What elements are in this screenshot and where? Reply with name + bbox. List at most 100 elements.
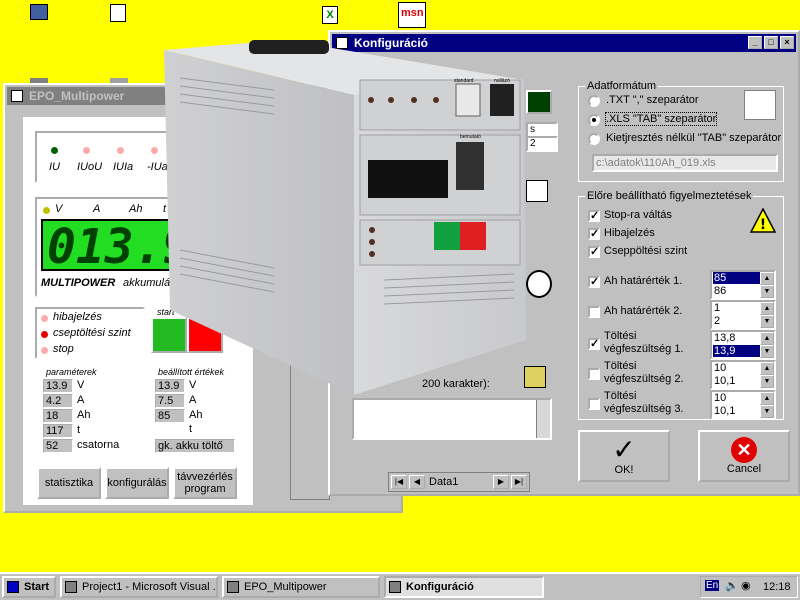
check-error[interactable]: ✓ xyxy=(588,228,600,240)
status-led-trickle xyxy=(41,331,48,338)
comment-textarea[interactable] xyxy=(352,398,552,440)
voltage-1-label[interactable]: Töltési végfeszültség 1. xyxy=(604,330,692,356)
file-path-field[interactable]: c:\adatok\110Ah_019.xls xyxy=(592,154,778,172)
check-error-label[interactable]: Hibajelzés xyxy=(604,227,655,239)
maximize-button[interactable]: □ xyxy=(764,36,778,49)
nav-next-button[interactable]: ▶ xyxy=(493,475,509,489)
check-trickle[interactable]: ✓ xyxy=(588,246,600,258)
config-left-field-2[interactable]: 2 xyxy=(526,136,558,152)
statistics-button[interactable]: statisztika xyxy=(37,467,101,499)
check-voltage-3[interactable] xyxy=(588,398,600,410)
ah-limit-2-label[interactable]: Ah határérték 2. xyxy=(604,305,682,317)
chart-icon xyxy=(744,90,776,120)
close-button[interactable]: × xyxy=(780,36,794,49)
check-trickle-label[interactable]: Cseppöltési szint xyxy=(604,245,687,257)
ah-limit-1-value-2[interactable]: 86 xyxy=(713,285,763,297)
minimize-button[interactable]: _ xyxy=(748,36,762,49)
indicator-led-iua xyxy=(151,147,158,154)
language-indicator[interactable]: En xyxy=(705,580,720,591)
charger-device-image: standard nullázó bemutató xyxy=(164,40,529,400)
voltage-1-spinner[interactable]: 13,8 13,9 ▲ ▼ xyxy=(710,330,776,360)
voltage-3-up-arrow[interactable]: ▲ xyxy=(760,392,774,405)
nav-first-button[interactable]: |◀ xyxy=(391,475,407,489)
desktop-icon-2[interactable] xyxy=(110,4,126,22)
ah-limit-1-down-arrow[interactable]: ▼ xyxy=(760,285,774,298)
radio-xls-label[interactable]: .XLS "TAB" szeparátor xyxy=(604,112,718,126)
desktop-icon-1[interactable] xyxy=(30,4,48,20)
file-path-value: c:\adatok\110Ah_019.xls xyxy=(596,157,716,169)
voltage-1-value-2[interactable]: 13,9 xyxy=(713,345,763,357)
volume-icon[interactable]: 🔈 xyxy=(725,579,739,592)
voltage-1-value-1[interactable]: 13,8 xyxy=(713,332,763,344)
indicator-led-iuia xyxy=(117,147,124,154)
setting-profile: gk. akku töltő xyxy=(155,439,235,453)
lcd-display: 013.9 xyxy=(41,219,171,271)
record-navigator[interactable]: |◀ ◀ Data1 ▶ ▶| xyxy=(388,472,530,492)
meter-label-v: V xyxy=(55,203,63,215)
param-unit-v: V xyxy=(77,379,85,391)
ah-limit-2-spinner[interactable]: 1 2 ▲ ▼ xyxy=(710,300,776,330)
check-ah-limit-2[interactable] xyxy=(588,306,600,318)
configure-button[interactable]: konfigurálás xyxy=(105,467,169,499)
task-project1[interactable]: Project1 - Microsoft Visual ... xyxy=(60,576,218,598)
ah-limit-1-up-arrow[interactable]: ▲ xyxy=(760,272,774,285)
task-multipower[interactable]: EPO_Multipower xyxy=(222,576,380,598)
save-icon[interactable] xyxy=(526,180,548,202)
check-stop[interactable]: ✓ xyxy=(588,210,600,222)
task-config[interactable]: Konfiguráció xyxy=(384,576,544,598)
voltage-2-label[interactable]: Töltési végfeszültség 2. xyxy=(604,360,692,386)
voltage-3-value-2[interactable]: 10,1 xyxy=(713,405,763,417)
windows-logo-icon xyxy=(7,581,19,593)
radio-noexport[interactable] xyxy=(588,133,600,145)
check-voltage-2[interactable] xyxy=(588,368,600,380)
ok-label: OK! xyxy=(614,464,634,476)
radio-txt-label[interactable]: .TXT "," szeparátor xyxy=(606,94,699,106)
indicator-label-iuou: IUoU xyxy=(77,161,103,173)
radio-xls[interactable] xyxy=(588,114,600,126)
check-voltage-1[interactable]: ✓ xyxy=(588,338,600,350)
radio-noexport-label[interactable]: Kietjresztés nélkül "TAB" szeparátor xyxy=(606,132,781,144)
meter-label-a: A xyxy=(93,203,101,215)
clock: 12:18 xyxy=(763,581,791,593)
voltage-2-up-arrow[interactable]: ▲ xyxy=(760,362,774,375)
check-ah-limit-1[interactable]: ✓ xyxy=(588,276,600,288)
messenger-icon[interactable]: ◉ xyxy=(741,579,751,592)
chart-icon-button[interactable] xyxy=(526,90,552,114)
ok-button[interactable]: ✓ OK! xyxy=(578,430,670,482)
setting-unit-t: t xyxy=(189,423,193,435)
voltage-2-value-2[interactable]: 10,1 xyxy=(713,375,763,387)
radio-txt[interactable] xyxy=(588,95,600,107)
params-title: paraméterek xyxy=(44,367,99,377)
excel-icon[interactable]: X xyxy=(322,6,338,24)
voltage-3-down-arrow[interactable]: ▼ xyxy=(760,405,774,418)
ah-limit-2-up-arrow[interactable]: ▲ xyxy=(760,302,774,315)
start-menu-button[interactable]: Start xyxy=(2,576,56,598)
stopwatch-icon[interactable] xyxy=(526,270,552,298)
ah-limit-2-down-arrow[interactable]: ▼ xyxy=(760,315,774,328)
voltage-3-value-1[interactable]: 10 xyxy=(713,392,763,404)
status-led-error xyxy=(41,315,48,322)
param-unit-t: t xyxy=(77,424,81,436)
voltage-2-value-1[interactable]: 10 xyxy=(713,362,763,374)
ah-limit-1-spinner[interactable]: 85 86 ▲ ▼ xyxy=(710,270,776,300)
voltage-3-spinner[interactable]: 10 10,1 ▲ ▼ xyxy=(710,390,776,420)
voltage-1-down-arrow[interactable]: ▼ xyxy=(760,345,774,358)
voltage-1-up-arrow[interactable]: ▲ xyxy=(760,332,774,345)
msn-icon[interactable]: msn xyxy=(398,2,426,28)
comment-scrollbar[interactable] xyxy=(536,400,550,438)
nav-prev-button[interactable]: ◀ xyxy=(409,475,425,489)
indicator-led-iu xyxy=(51,147,58,154)
voltage-3-label[interactable]: Töltési végfeszültség 3. xyxy=(604,390,692,416)
device-label-standard: standard xyxy=(454,78,474,84)
ah-limit-2-value-1[interactable]: 1 xyxy=(713,302,763,314)
ah-limit-2-value-2[interactable]: 2 xyxy=(713,315,763,327)
remote-control-button[interactable]: távvezérlés program xyxy=(173,467,237,499)
voltage-2-spinner[interactable]: 10 10,1 ▲ ▼ xyxy=(710,360,776,390)
ah-limit-1-value-1[interactable]: 85 xyxy=(713,272,763,284)
cancel-button[interactable]: ✕ Cancel xyxy=(698,430,790,482)
nav-last-button[interactable]: ▶| xyxy=(511,475,527,489)
meter-panel: V A Ah t 013.9 MULTIPOWER akkumuláto xyxy=(35,197,179,297)
check-stop-label[interactable]: Stop-ra váltás xyxy=(604,209,672,221)
voltage-2-down-arrow[interactable]: ▼ xyxy=(760,375,774,388)
ah-limit-1-label[interactable]: Ah határérték 1. xyxy=(604,275,682,287)
